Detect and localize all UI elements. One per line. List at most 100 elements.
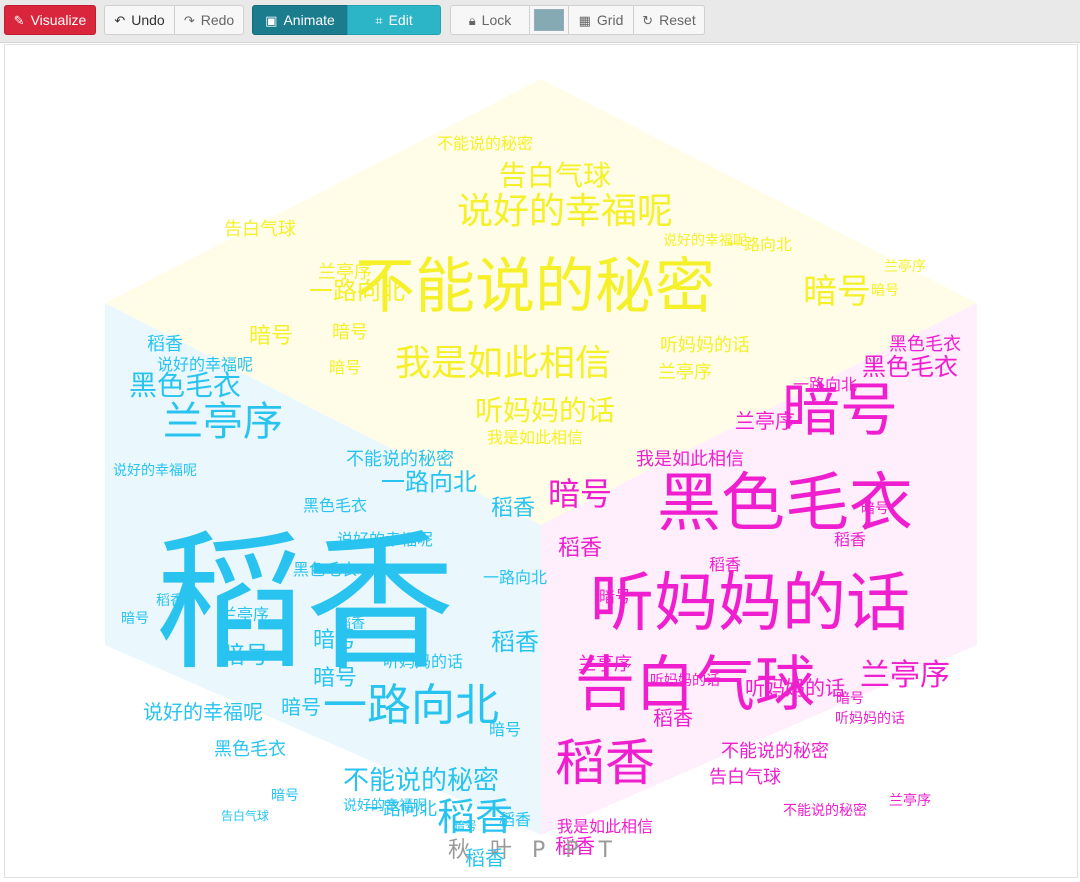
word-magenta-21: 兰亭序 (889, 792, 931, 809)
word-blue-14: 稻香 (491, 628, 539, 656)
word-blue-34: 暗号 (489, 720, 521, 739)
edit-button[interactable]: ⌗ Edit (347, 5, 441, 35)
word-cloud-canvas[interactable]: 不能说的秘密 说好的幸福呢 我是如此相信 暗号 告白气球 听妈妈的话 一路向北 兰亭序 暗号 告白… (4, 44, 1078, 878)
word-blue-16: 暗号 (281, 695, 321, 719)
word-magenta-27: 暗号 (861, 501, 889, 517)
word-blue-21: 一路向北 (381, 468, 477, 496)
word-magenta-28: 稻香 (709, 555, 741, 574)
visualize-button[interactable]: ✎ Visualize (4, 5, 96, 35)
color-swatch (534, 9, 564, 31)
word-yellow-16: 兰亭序 (658, 362, 712, 383)
grid-label: Grid (596, 12, 624, 28)
word-blue-35: 稻香 (499, 810, 531, 829)
word-yellow-10: 暗号 (332, 322, 368, 343)
word-yellow-13: 我是如此相信 (487, 428, 583, 447)
word-magenta-7: 稻香 (558, 536, 602, 561)
word-yellow-11: 暗号 (329, 358, 361, 377)
edit-frame-icon: ⌗ (375, 12, 383, 28)
undo-icon: ↶ (114, 12, 126, 28)
undo-label: Undo (131, 12, 165, 28)
word-yellow-12: 听妈妈的话 (660, 335, 750, 356)
word-blue-19: 暗号 (271, 788, 299, 804)
word-yellow-0: 不能说的秘密 (355, 252, 715, 322)
word-blue-33: 黑色毛衣 (293, 560, 357, 579)
word-blue-18: 说好的幸福呢 (337, 530, 433, 549)
grid-button[interactable]: ▦ Grid (568, 5, 634, 35)
word-blue-27: 告白气球 (221, 808, 269, 823)
word-magenta-20: 听妈妈的话 (835, 711, 905, 727)
toolbar: ✎ Visualize ↶ Undo ↷ Redo ▣ Animate ⌗ Ed… (0, 0, 1080, 43)
undo-button[interactable]: ↶ Undo (104, 5, 175, 35)
word-yellow-19: 兰亭序 (884, 258, 926, 275)
word-blue-13: 黑色毛衣 (303, 496, 367, 515)
color-swatch-button[interactable] (529, 5, 569, 35)
word-blue-17: 稻香 (491, 496, 535, 521)
word-magenta-5: 兰亭序 (860, 658, 950, 693)
grid-icon: ▦ (578, 12, 591, 28)
word-magenta-18: 稻香 (653, 706, 693, 730)
word-yellow-14: 不能说的秘密 (437, 134, 533, 153)
word-magenta-1: 听妈妈的话 (590, 567, 910, 641)
word-blue-30: 稻香 (337, 616, 365, 632)
word-blue-12: 听妈妈的话 (383, 652, 463, 671)
word-magenta-3: 稻香 (555, 734, 655, 792)
word-yellow-2: 我是如此相信 (395, 343, 611, 384)
word-yellow-17: 一路向北 (728, 235, 792, 254)
word-blue-9: 暗号 (313, 666, 357, 691)
word-magenta-25: 稻香 (834, 530, 866, 549)
word-magenta-14: 不能说的秘密 (721, 741, 829, 762)
word-yellow-7: 兰亭序 (318, 262, 372, 283)
word-magenta-13: 一路向北 (793, 375, 857, 394)
word-blue-10: 说好的幸福呢 (143, 700, 263, 724)
redo-label: Redo (200, 12, 235, 28)
redo-icon: ↷ (183, 12, 195, 28)
word-yellow-1: 说好的幸福呢 (457, 191, 673, 232)
edit-label: Edit (388, 12, 413, 28)
word-yellow-8: 暗号 (249, 324, 293, 349)
word-blue-22: 不能说的秘密 (343, 766, 499, 796)
word-magenta-9: 黑色毛衣 (889, 334, 961, 355)
lock-button[interactable]: 🔒︎ Lock (450, 5, 530, 35)
word-blue-7: 暗号 (221, 641, 269, 669)
word-blue-32: 一路向北 (483, 568, 547, 587)
word-yellow-5: 听妈妈的话 (475, 394, 615, 427)
word-blue-28: 稻香 (156, 593, 184, 609)
visualize-label: Visualize (30, 12, 87, 28)
word-blue-26: 说好的幸福呢 (113, 463, 197, 479)
animate-button[interactable]: ▣ Animate (252, 5, 348, 35)
word-magenta-12: 我是如此相信 (636, 449, 744, 470)
lock-label: Lock (481, 12, 512, 28)
word-blue-25: 兰亭序 (221, 605, 269, 624)
word-yellow-9: 告白气球 (224, 219, 296, 240)
word-magenta-26: 暗号 (599, 587, 631, 606)
word-magenta-15: 告白气球 (709, 767, 781, 788)
reset-button[interactable]: ↻ Reset (633, 5, 705, 35)
word-blue-2: 兰亭序 (163, 399, 283, 445)
word-yellow-3: 暗号 (803, 272, 871, 312)
word-magenta-6: 暗号 (548, 475, 612, 513)
lock-icon: 🔒︎ (468, 12, 476, 28)
word-blue-11: 说好的幸福呢 (157, 355, 253, 374)
word-magenta-11: 兰亭序 (735, 409, 795, 433)
word-magenta-17: 暗号 (836, 691, 864, 707)
word-magenta-22: 听妈妈的话 (650, 673, 720, 689)
animate-label: Animate (283, 12, 335, 28)
word-magenta-10: 听妈妈的话 (745, 676, 845, 700)
magic-wand-icon: ✎ (13, 12, 25, 28)
watermark-text: 秋叶PPT (448, 838, 632, 863)
word-blue-31: 说好的幸福呢 (343, 798, 427, 814)
word-blue-24: 黑色毛衣 (214, 739, 286, 760)
redo-button[interactable]: ↷ Redo (174, 5, 244, 35)
reset-icon: ↻ (642, 12, 654, 28)
word-yellow-18: 暗号 (871, 283, 899, 299)
word-blue-5: 稻香 (147, 334, 183, 355)
word-blue-15: 暗号 (453, 818, 477, 833)
word-magenta-16: 兰亭序 (578, 654, 632, 675)
word-magenta-8: 黑色毛衣 (862, 353, 958, 381)
film-icon: ▣ (265, 12, 278, 28)
word-yellow-4: 告白气球 (499, 159, 611, 192)
reset-label: Reset (659, 12, 696, 28)
word-blue-29: 暗号 (121, 611, 149, 627)
word-magenta-24: 不能说的秘密 (783, 802, 867, 819)
word-cloud-svg: 不能说的秘密说好的幸福呢我是如此相信暗号告白气球听妈妈的话一路向北兰亭序暗号告白… (105, 79, 977, 870)
